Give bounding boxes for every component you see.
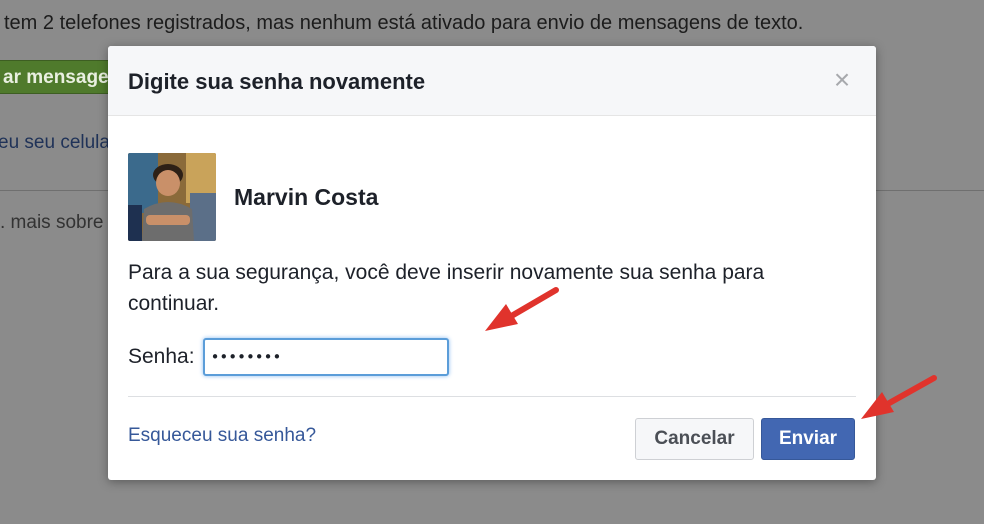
- arrow-icon-password: [485, 287, 559, 331]
- arrow-icon-submit: [861, 375, 937, 419]
- annotation-arrows: [485, 287, 937, 419]
